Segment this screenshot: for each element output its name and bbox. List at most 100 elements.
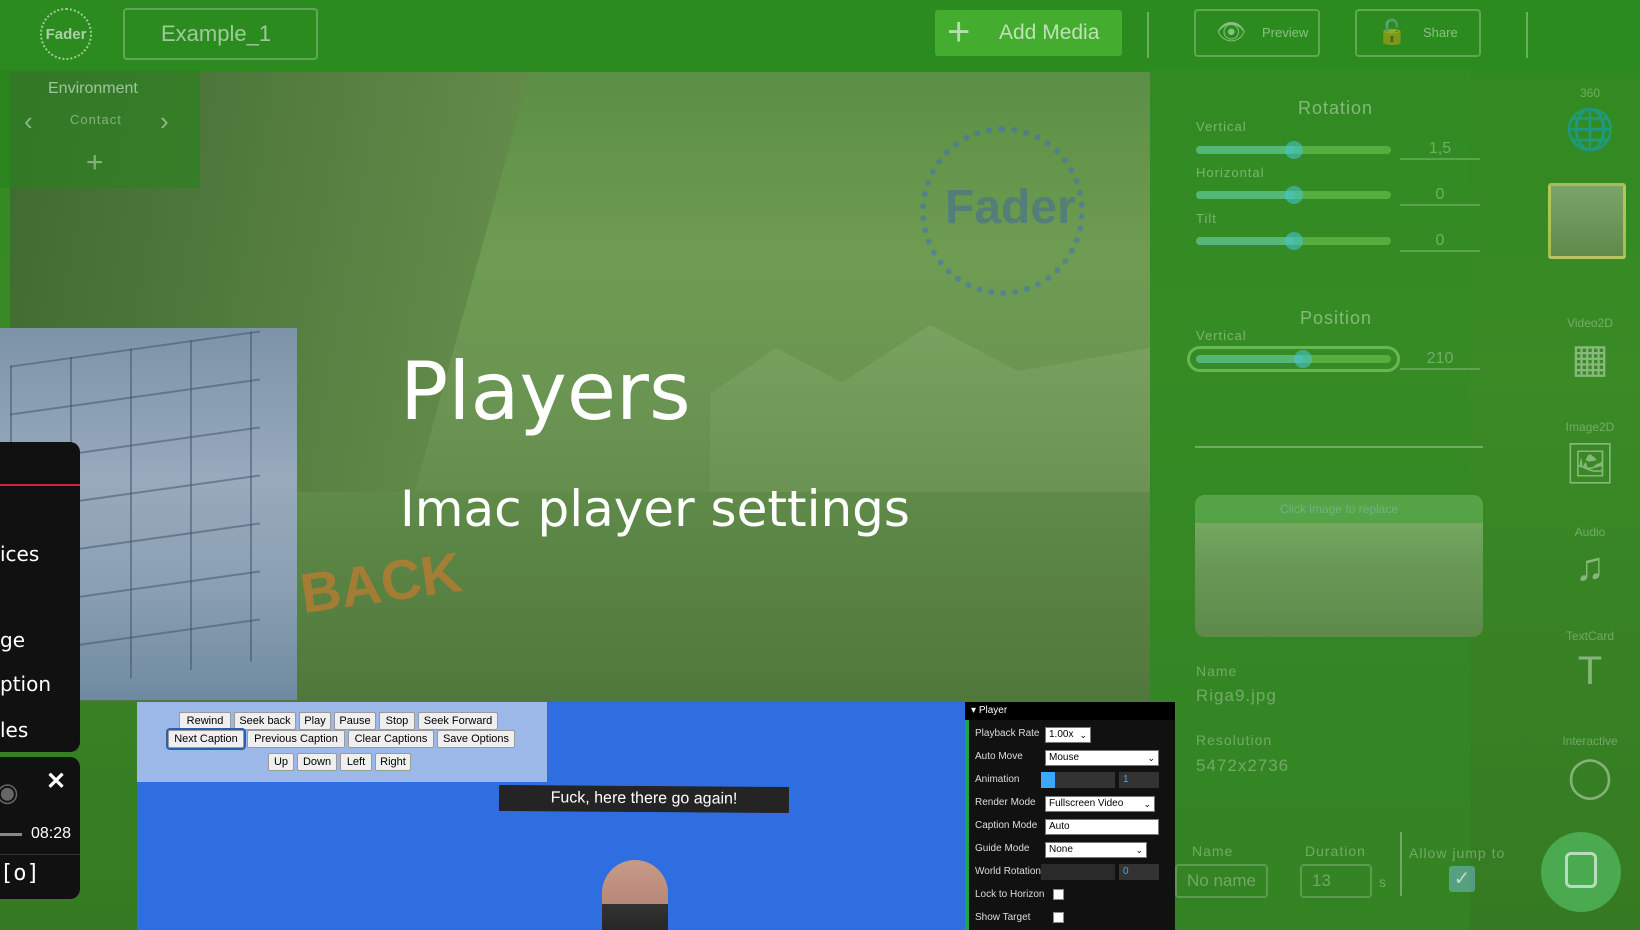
slide-title: Players	[400, 345, 691, 438]
chat-icon	[1565, 852, 1597, 888]
down-button[interactable]: Down	[297, 753, 337, 771]
up-button[interactable]: Up	[268, 753, 294, 771]
caption-text: Fuck, here there go again!	[498, 784, 790, 814]
circle-icon[interactable]: ◯	[1560, 754, 1620, 800]
play-button[interactable]: Play	[299, 712, 331, 730]
bottom-divider	[1400, 832, 1402, 896]
slider-knob[interactable]	[1284, 141, 1303, 159]
rotation-vertical-value[interactable]: 1,5	[1400, 140, 1480, 160]
animation-value[interactable]: 1	[1119, 772, 1159, 788]
eye-icon[interactable]: ◉	[0, 777, 19, 808]
rotation-tilt-slider[interactable]	[1196, 232, 1391, 250]
animation-slider[interactable]	[1041, 772, 1115, 788]
allow-jump-checkbox[interactable]: ✓	[1449, 866, 1475, 892]
chevron-left-icon[interactable]: ‹	[24, 106, 33, 137]
slide-subtitle: Imac player settings	[400, 480, 910, 538]
menu-accent-bar	[0, 484, 80, 486]
item-name-input[interactable]: No name	[1175, 864, 1268, 898]
stop-button[interactable]: Stop	[379, 712, 415, 730]
previous-caption-button[interactable]: Previous Caption	[247, 730, 345, 748]
save-options-button[interactable]: Save Options	[437, 730, 515, 748]
chat-button[interactable]	[1541, 832, 1621, 912]
rewind-button[interactable]: Rewind	[179, 712, 231, 730]
fader-logo[interactable]: Fader	[40, 8, 92, 60]
pause-button[interactable]: Pause	[334, 712, 376, 730]
slider-fill	[1196, 191, 1294, 199]
next-caption-button[interactable]: Next Caption	[166, 728, 246, 750]
preview-button[interactable]: 👁 Preview	[1194, 9, 1320, 57]
settings-accent	[965, 720, 969, 930]
duration-unit: s	[1379, 874, 1387, 890]
clear-captions-button[interactable]: Clear Captions	[348, 730, 434, 748]
environment-current[interactable]: Contact	[70, 112, 122, 127]
position-vertical-slider[interactable]	[1187, 346, 1400, 372]
chevron-down-icon: ⌄	[1147, 753, 1155, 763]
guide-mode-select[interactable]: None ⌄	[1045, 842, 1147, 858]
rotation-horizontal-value[interactable]: 0	[1400, 186, 1480, 206]
progress-bar[interactable]	[0, 833, 22, 836]
rotation-title: Rotation	[1298, 98, 1374, 118]
lock-horizon-label: Lock to Horizon	[975, 889, 1045, 900]
duration-input[interactable]: 13	[1300, 864, 1372, 898]
slider-fill	[1196, 355, 1304, 363]
settings-header[interactable]: ▾ Player	[965, 702, 1175, 720]
caption-mode-label: Caption Mode	[975, 820, 1038, 831]
media-thumbnail[interactable]: Click image to replace	[1195, 495, 1483, 637]
show-target-checkbox[interactable]	[1053, 912, 1064, 923]
menu-item[interactable]: ge	[0, 628, 25, 652]
resolution-label: Resolution	[1196, 732, 1273, 748]
slider-knob[interactable]	[1041, 772, 1055, 788]
text-icon[interactable]: T	[1560, 649, 1620, 694]
chevron-down-icon: ⌄	[1143, 799, 1151, 809]
name-label: Name	[1196, 663, 1238, 679]
slide-root: BACK Fader Fader Example_1 + Add Media 👁…	[0, 0, 1640, 930]
position-vertical-value[interactable]: 210	[1400, 350, 1480, 370]
world-rotation-value[interactable]: 0	[1119, 864, 1159, 880]
add-media-label: Add Media	[999, 21, 1100, 44]
camera-icon[interactable]: [o]	[0, 861, 40, 886]
seek-forward-button[interactable]: Seek Forward	[418, 712, 498, 730]
left-button[interactable]: Left	[340, 753, 372, 771]
menu-item[interactable]: ices	[0, 542, 39, 566]
share-label: Share	[1423, 25, 1458, 40]
chevron-down-icon: ⌄	[1079, 730, 1087, 740]
media-type-image2d-label: Image2D	[1565, 420, 1615, 434]
globe-icon[interactable]: 🌐	[1560, 106, 1620, 153]
selected-media-thumbnail[interactable]	[1548, 183, 1626, 259]
image-icon[interactable]: 🖼	[1560, 440, 1620, 487]
slider-knob[interactable]	[1284, 232, 1303, 250]
auto-move-label: Auto Move	[975, 751, 1023, 762]
share-button[interactable]: 🔓 Share	[1355, 9, 1481, 57]
chevron-down-icon: ⌄	[1135, 845, 1143, 855]
right-button[interactable]: Right	[375, 753, 411, 771]
playback-rate-select[interactable]: 1.00x ⌄	[1045, 727, 1091, 743]
dark-side-menu: ices ge ption les	[0, 442, 80, 752]
caption-mode-input[interactable]: Auto	[1045, 819, 1159, 835]
toolbar-divider	[1147, 12, 1149, 58]
rotation-tilt-value[interactable]: 0	[1400, 232, 1480, 252]
music-note-icon[interactable]: ♫	[1560, 545, 1620, 590]
close-icon[interactable]: ✕	[46, 767, 66, 796]
name-value: Riga9.jpg	[1196, 686, 1277, 705]
film-icon[interactable]: ▦	[1560, 336, 1620, 382]
rotation-horizontal-slider[interactable]	[1196, 186, 1391, 204]
dark-playback-controls: ◉ ✕ 08:28 [o]	[0, 757, 80, 899]
menu-item[interactable]: les	[0, 718, 28, 742]
seek-back-button[interactable]: Seek back	[234, 712, 296, 730]
menu-item[interactable]: ption	[0, 672, 51, 696]
chevron-right-icon[interactable]: ›	[160, 106, 169, 137]
add-media-button[interactable]: + Add Media	[935, 10, 1122, 56]
position-vertical-label: Vertical	[1196, 328, 1247, 343]
lock-horizon-checkbox[interactable]	[1053, 889, 1064, 900]
add-environment-icon[interactable]: +	[86, 146, 104, 180]
imac-player: Rewind Seek back Play Pause Stop Seek Fo…	[137, 702, 1175, 930]
project-name-field[interactable]: Example_1	[123, 8, 318, 60]
render-mode-label: Render Mode	[975, 797, 1036, 808]
slider-knob[interactable]	[1284, 186, 1303, 204]
auto-move-select[interactable]: Mouse ⌄	[1045, 750, 1159, 766]
world-rotation-slider[interactable]	[1041, 864, 1115, 880]
controls-divider	[0, 854, 80, 855]
render-mode-select[interactable]: Fullscreen Video ⌄	[1045, 796, 1155, 812]
eye-icon: 👁	[1216, 19, 1247, 46]
rotation-vertical-slider[interactable]	[1196, 141, 1391, 159]
